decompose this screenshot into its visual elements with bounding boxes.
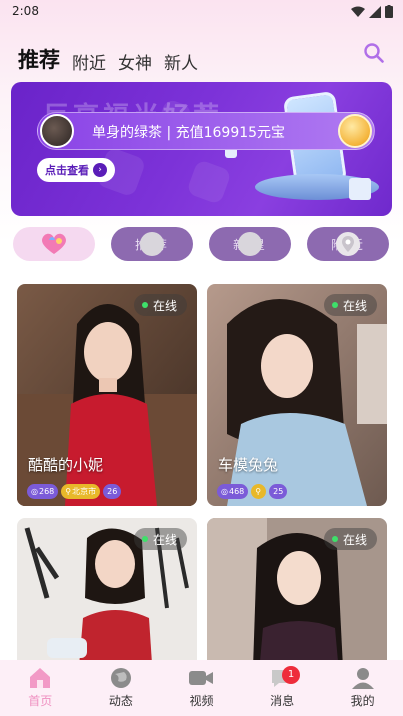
promo-banner[interactable]: 巨亨福当好荐 单身的绿茶 | 充值169915元宝 点击查看 › — [11, 82, 392, 216]
wifi-icon — [351, 6, 365, 17]
tag-text: 268 — [38, 487, 55, 496]
recharge-ticker: 单身的绿茶 | 充值169915元宝 — [37, 112, 375, 150]
profile-icon — [351, 668, 374, 689]
online-dot-icon — [331, 536, 338, 542]
category-recommend-button[interactable]: 推 荐 — [111, 227, 193, 261]
nav-label: 消息 — [270, 694, 295, 708]
tag-views: ◎ 468 — [217, 484, 249, 499]
online-dot-icon — [141, 536, 148, 542]
nav-label: 视频 — [189, 694, 214, 708]
tag-age: 26 — [103, 484, 122, 499]
online-status-badge: 在线 — [133, 294, 187, 316]
tag-text: 25 — [273, 487, 284, 496]
tag-text: 北京市 — [72, 487, 97, 496]
tag-text: 468 — [228, 487, 245, 496]
ticker-text: 单身的绿茶 | 充值169915元宝 — [92, 125, 286, 141]
arrow-right-icon: › — [93, 163, 107, 177]
gift-box-illustration — [349, 178, 371, 200]
location-pin-icon — [336, 232, 360, 256]
online-status-badge: 在线 — [133, 528, 187, 550]
tag-location: ⚲ 北京市 — [61, 484, 101, 499]
online-dot-icon — [141, 302, 148, 308]
nav-label: 动态 — [108, 694, 133, 708]
category-favorites-button[interactable] — [13, 227, 95, 261]
globe-icon — [110, 668, 131, 688]
status-icons — [351, 5, 393, 18]
nav-profile[interactable]: 我的 — [333, 660, 393, 709]
tag-age: 25 — [269, 484, 288, 499]
nav-video[interactable]: 视频 — [171, 660, 231, 709]
heart-icon — [42, 233, 66, 254]
tab-goddess[interactable]: 女神 — [118, 49, 152, 74]
star-badge-icon — [238, 232, 262, 256]
tag-views: ◎ 268 — [27, 484, 59, 499]
category-newstar-button[interactable]: 新 星 — [209, 227, 291, 261]
home-icon — [30, 668, 51, 688]
tag-text: 26 — [107, 487, 118, 496]
status-time: 2:08 — [12, 4, 39, 18]
tab-newcomer[interactable]: 新人 — [164, 49, 198, 74]
signal-icon — [369, 5, 381, 18]
nav-home[interactable]: 首页 — [10, 660, 70, 709]
online-label: 在线 — [152, 532, 177, 547]
bottom-nav: 首页 动态 视频 1 消息 我的 — [0, 660, 403, 716]
avatar — [40, 114, 74, 148]
top-tabs: 推荐 附近 女神 新人 — [18, 44, 198, 74]
nav-messages[interactable]: 1 消息 — [252, 660, 312, 709]
view-details-button[interactable]: 点击查看 › — [37, 158, 115, 182]
battery-icon — [385, 5, 393, 18]
online-status-badge: 在线 — [323, 528, 377, 550]
category-nearby-button[interactable]: 附 近 — [307, 227, 389, 261]
unread-badge: 1 — [282, 666, 301, 684]
star-badge-icon — [140, 232, 164, 256]
tab-recommend[interactable]: 推荐 — [18, 44, 60, 74]
tag-location: ⚲ — [251, 484, 267, 499]
profile-card[interactable]: 在线 酷酷的小妮 ◎ 268 ⚲ 北京市 26 — [17, 284, 197, 506]
online-label: 在线 — [342, 298, 367, 313]
view-details-label: 点击查看 — [45, 164, 89, 177]
nav-label: 首页 — [28, 694, 53, 708]
category-row: 推 荐 新 星 附 近 — [13, 227, 391, 261]
nav-moments[interactable]: 动态 — [91, 660, 151, 709]
online-status-badge: 在线 — [323, 294, 377, 316]
online-label: 在线 — [152, 298, 177, 313]
nav-label: 我的 — [350, 694, 375, 708]
profile-tags: ◎ 268 ⚲ 北京市 26 — [27, 484, 122, 499]
coin-icon — [338, 114, 372, 148]
status-bar: 2:08 — [0, 0, 403, 24]
online-dot-icon — [331, 302, 338, 308]
online-label: 在线 — [342, 532, 367, 547]
profile-name: 车模兔兔 — [218, 456, 279, 474]
search-icon[interactable] — [363, 42, 385, 64]
tab-nearby[interactable]: 附近 — [72, 49, 106, 74]
video-icon — [189, 671, 214, 685]
banner-decoration — [185, 158, 233, 206]
profile-name: 酷酷的小妮 — [28, 456, 104, 474]
profile-card[interactable]: 在线 车模兔兔 ◎ 468 ⚲ 25 — [207, 284, 387, 506]
profile-tags: ◎ 468 ⚲ 25 — [217, 484, 288, 499]
